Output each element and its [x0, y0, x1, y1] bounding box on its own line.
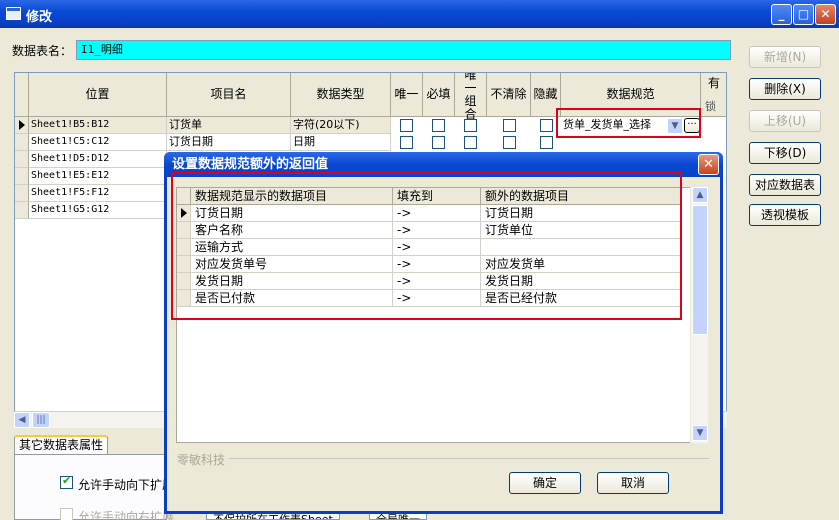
dialog-vertical-scrollbar[interactable]: ▲ ▼: [690, 187, 708, 443]
highlight-box-return-values: [171, 172, 682, 320]
table-name-input[interactable]: I1_明细: [76, 40, 731, 60]
cell-position[interactable]: Sheet1!B5:B12: [29, 117, 167, 134]
col-header-no-clear[interactable]: 不清除: [487, 73, 531, 117]
unique-combo-checkbox[interactable]: [464, 136, 477, 149]
ok-button[interactable]: 确定: [509, 472, 581, 494]
allow-down-checkbox[interactable]: ✔: [60, 474, 73, 489]
col-header-required[interactable]: 必填: [423, 73, 455, 117]
table-name-label: 数据表名：: [12, 44, 73, 58]
unique-checkbox[interactable]: [400, 119, 413, 132]
delete-button[interactable]: 删除(X): [749, 78, 821, 100]
unique-checkbox[interactable]: [400, 136, 413, 149]
col-header-data-type[interactable]: 数据类型: [291, 73, 391, 117]
allow-down-label: 允许手动向下扩展: [78, 478, 175, 492]
row-selector[interactable]: [15, 134, 29, 151]
col-header-unique-combo[interactable]: 唯一组合: [455, 73, 487, 120]
col-header-item-name[interactable]: 项目名: [167, 73, 291, 117]
scroll-left-icon[interactable]: ◀: [14, 412, 30, 428]
allow-right-checkbox[interactable]: [60, 508, 73, 520]
col-header-position[interactable]: 位置: [29, 73, 167, 117]
tab-other-properties[interactable]: 其它数据表属性: [14, 435, 108, 455]
highlight-box-spec: [556, 108, 701, 138]
window-icon: [6, 7, 21, 20]
cell-position[interactable]: Sheet1!C5:C12: [29, 134, 167, 151]
allow-right-label: 允许手动向右扩展: [78, 510, 175, 520]
required-checkbox[interactable]: [432, 136, 445, 149]
title-bar: 修改 _ □ ✕: [0, 0, 839, 28]
move-down-button[interactable]: 下移(D): [749, 142, 821, 164]
row-selector[interactable]: [15, 151, 29, 168]
close-button[interactable]: ✕: [815, 4, 836, 25]
cell-item-name[interactable]: 订货日期: [167, 134, 291, 151]
row-selector[interactable]: [15, 168, 29, 185]
return-values-dialog: 设置数据规范额外的返回值 ✕ 数据规范显示的数据项目 填充到 额外的数据项目 订…: [164, 152, 723, 514]
maximize-button[interactable]: □: [793, 4, 814, 25]
new-button[interactable]: 新增(N): [749, 46, 821, 68]
cell-data-type[interactable]: 字符(20以下): [291, 117, 391, 134]
window-title: 修改: [26, 10, 53, 25]
unique-combo-checkbox[interactable]: [464, 119, 477, 132]
hidden-checkbox[interactable]: [540, 119, 553, 132]
divider: [229, 458, 709, 459]
cell-position[interactable]: Sheet1!E5:E12: [29, 168, 167, 185]
no-clear-checkbox[interactable]: [503, 136, 516, 149]
cell-position[interactable]: Sheet1!D5:D12: [29, 151, 167, 168]
col-header-lock: 锁: [705, 100, 716, 113]
row-selector-current[interactable]: [15, 117, 29, 134]
current-row-arrow-icon: [19, 120, 25, 130]
required-checkbox[interactable]: [432, 119, 445, 132]
map-table-button[interactable]: 对应数据表: [749, 174, 821, 196]
col-header-unique[interactable]: 唯一: [391, 73, 423, 117]
move-up-button[interactable]: 上移(U): [749, 110, 821, 132]
cell-position[interactable]: Sheet1!F5:F12: [29, 185, 167, 202]
scroll-thumb[interactable]: [692, 205, 708, 335]
cell-position[interactable]: Sheet1!G5:G12: [29, 202, 167, 219]
hidden-checkbox[interactable]: [540, 136, 553, 149]
grid-corner: [15, 73, 29, 117]
scroll-down-icon[interactable]: ▼: [692, 425, 708, 441]
dialog-body: 数据规范显示的数据项目 填充到 额外的数据项目 订货日期 -> 订货日期 客户名…: [167, 172, 720, 511]
pivot-template-button[interactable]: 透视模板: [749, 204, 821, 226]
scroll-up-icon[interactable]: ▲: [692, 187, 708, 203]
scroll-thumb[interactable]: |||: [32, 412, 50, 428]
cell-data-type[interactable]: 日期: [291, 134, 391, 151]
cancel-button[interactable]: 取消: [597, 472, 669, 494]
row-selector[interactable]: [15, 202, 29, 219]
row-selector[interactable]: [15, 185, 29, 202]
cell-item-name[interactable]: 订货单: [167, 117, 291, 134]
minimize-button[interactable]: _: [771, 4, 792, 25]
company-label: 零敏科技: [177, 453, 226, 467]
dialog-close-button[interactable]: ✕: [698, 154, 719, 175]
check-icon: ✔: [62, 474, 72, 487]
no-clear-checkbox[interactable]: [503, 119, 516, 132]
